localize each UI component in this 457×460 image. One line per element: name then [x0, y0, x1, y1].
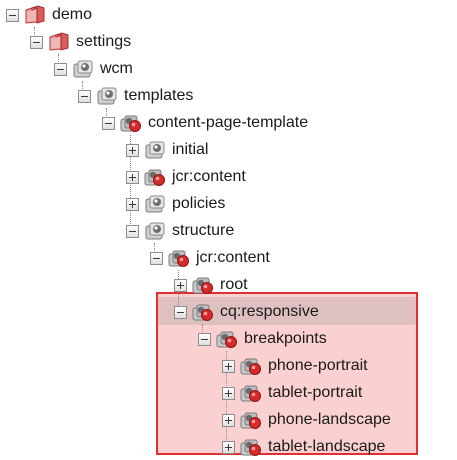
- tree-node-label: jcr:content: [172, 168, 246, 185]
- collapse-toggle-icon[interactable]: [78, 89, 91, 103]
- expand-toggle-icon[interactable]: [222, 413, 235, 427]
- tree-node[interactable]: templates: [78, 83, 193, 109]
- tree-node-label: structure: [172, 222, 235, 239]
- node-icon: [145, 222, 165, 240]
- tree-node[interactable]: breakpoints: [198, 326, 327, 352]
- tree-node[interactable]: structure: [126, 218, 234, 244]
- tree-node[interactable]: phone-portrait: [222, 353, 368, 379]
- tree-node[interactable]: jcr:content: [150, 245, 270, 271]
- component-icon: [144, 169, 165, 186]
- collapse-toggle-icon[interactable]: [6, 8, 19, 22]
- component-icon: [240, 412, 261, 429]
- tree-node[interactable]: policies: [126, 191, 225, 217]
- tree-node[interactable]: initial: [126, 137, 208, 163]
- tree-node-label: root: [220, 276, 248, 293]
- component-icon: [216, 331, 237, 348]
- tree-node-label: demo: [52, 6, 93, 23]
- component-icon: [192, 304, 213, 321]
- node-icon: [97, 87, 117, 105]
- component-icon: [240, 358, 261, 375]
- tree-node-label: tablet-portrait: [268, 384, 363, 401]
- expand-toggle-icon[interactable]: [222, 440, 235, 454]
- tree-node-selected[interactable]: cq:responsive: [174, 299, 319, 325]
- collapse-toggle-icon[interactable]: [174, 305, 187, 319]
- collapse-toggle-icon[interactable]: [54, 62, 67, 76]
- folder-icon: [49, 32, 69, 51]
- tree-node-label: settings: [76, 33, 132, 50]
- collapse-toggle-icon[interactable]: [102, 116, 115, 130]
- tree-node-label: jcr:content: [196, 249, 270, 266]
- tree-node-label: wcm: [100, 60, 133, 77]
- node-icon: [145, 195, 165, 213]
- component-icon: [192, 277, 213, 294]
- expand-toggle-icon[interactable]: [174, 278, 187, 292]
- tree-node-label: tablet-landscape: [268, 438, 386, 455]
- tree-node-label: phone-landscape: [268, 411, 391, 428]
- tree-node[interactable]: wcm: [54, 56, 133, 82]
- expand-toggle-icon[interactable]: [222, 386, 235, 400]
- collapse-toggle-icon[interactable]: [30, 35, 43, 49]
- tree-node-label: templates: [124, 87, 194, 104]
- tree-node[interactable]: demo: [6, 2, 92, 28]
- tree-node-label: content-page-template: [148, 114, 309, 131]
- tree-node-label: breakpoints: [244, 330, 327, 347]
- component-icon: [168, 250, 189, 267]
- component-icon: [240, 439, 261, 456]
- tree-node-label: initial: [172, 141, 209, 158]
- tree-node[interactable]: phone-landscape: [222, 407, 391, 433]
- repository-tree: demo settings wcm templates content-page…: [0, 0, 457, 460]
- expand-toggle-icon[interactable]: [222, 359, 235, 373]
- tree-node[interactable]: jcr:content: [126, 164, 246, 190]
- collapse-toggle-icon[interactable]: [198, 332, 211, 346]
- tree-node[interactable]: tablet-landscape: [222, 434, 385, 460]
- tree-node[interactable]: settings: [30, 29, 131, 55]
- node-icon: [145, 141, 165, 159]
- component-icon: [240, 385, 261, 402]
- expand-toggle-icon[interactable]: [126, 170, 139, 184]
- tree-node-label: policies: [172, 195, 226, 212]
- tree-node[interactable]: root: [174, 272, 248, 298]
- tree-node[interactable]: tablet-portrait: [222, 380, 362, 406]
- tree-node-label: phone-portrait: [268, 357, 368, 374]
- expand-toggle-icon[interactable]: [126, 197, 139, 211]
- tree-node-label: cq:responsive: [220, 303, 319, 320]
- collapse-toggle-icon[interactable]: [126, 224, 139, 238]
- component-icon: [120, 115, 141, 132]
- tree-node[interactable]: content-page-template: [102, 110, 308, 136]
- node-icon: [73, 60, 93, 78]
- folder-icon: [25, 5, 45, 24]
- collapse-toggle-icon[interactable]: [150, 251, 163, 265]
- expand-toggle-icon[interactable]: [126, 143, 139, 157]
